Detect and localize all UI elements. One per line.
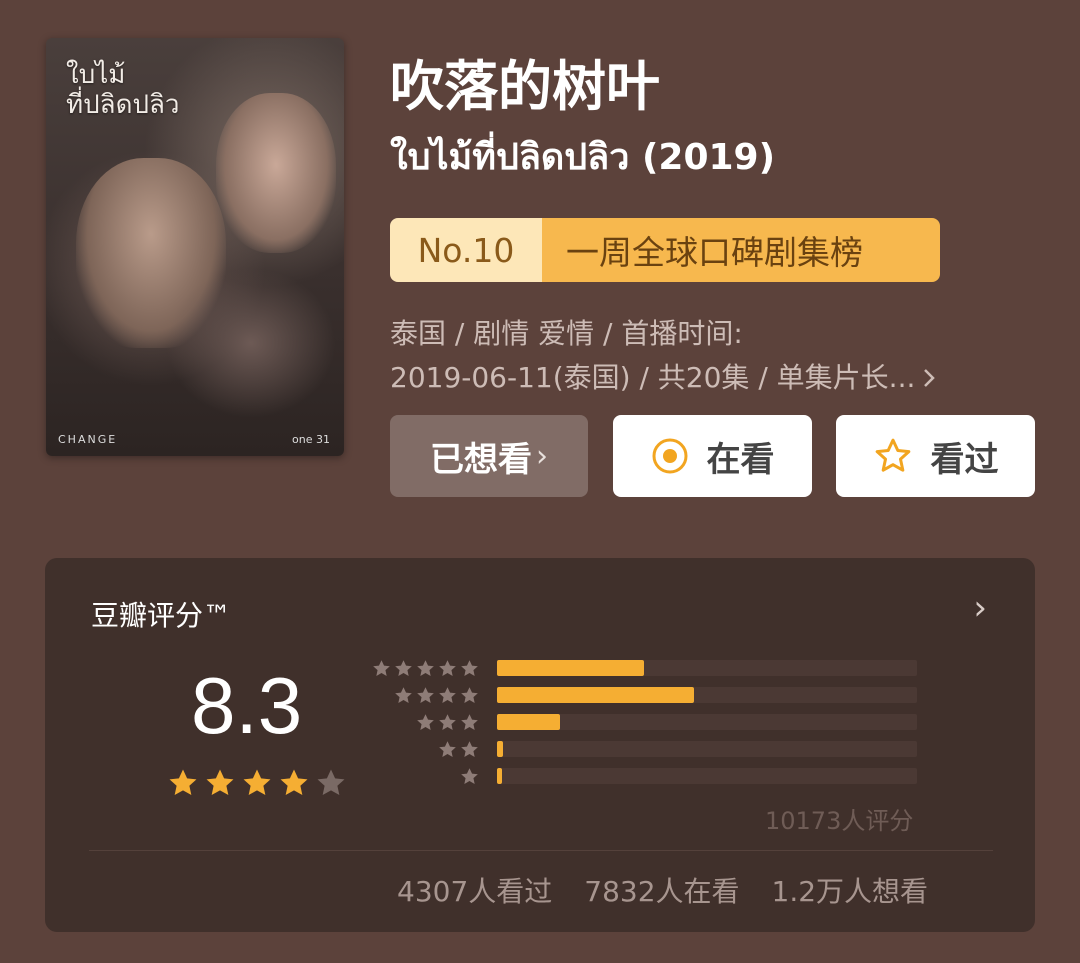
star-filled-icon	[169, 769, 197, 796]
chevron-right-icon	[924, 369, 936, 387]
star-small-icon	[395, 659, 412, 676]
rating-bar-track	[497, 687, 917, 703]
rating-label: 豆瓣评分™	[91, 599, 232, 632]
star-small-icon	[439, 740, 456, 757]
poster-title-art: ใบไม้ ที่ปลิดปลิว	[66, 60, 180, 120]
rating-score: 8.3	[191, 661, 303, 750]
rating-row-stars	[393, 681, 480, 709]
rating-bar-fill	[497, 741, 503, 757]
watching-button[interactable]: 在看	[613, 415, 812, 497]
poster-supporting-cast	[166, 268, 336, 418]
watched-button[interactable]: 看过	[836, 415, 1035, 497]
rank-number: No.10	[390, 218, 542, 282]
star-small-icon	[439, 659, 456, 676]
stat-watched[interactable]: 4307人看过	[397, 870, 552, 910]
divider	[89, 850, 993, 851]
star-small-icon	[461, 767, 478, 784]
watched-label: 看过	[930, 439, 999, 480]
star-outline-icon	[875, 438, 910, 472]
rating-row-stars	[459, 762, 480, 790]
rating-count: 10173人评分	[765, 807, 914, 835]
poster-lead-actress	[216, 93, 336, 253]
poster-image[interactable]: ใบไม้ ที่ปลิดปลิว CHANGE one 31	[46, 38, 344, 456]
target-icon	[652, 438, 687, 474]
star-small-icon	[461, 713, 478, 730]
star-empty-icon	[317, 769, 345, 796]
star-small-icon	[439, 713, 456, 730]
ranking-badge[interactable]: No.10 一周全球口碑剧集榜	[390, 218, 940, 282]
rating-card[interactable]: 豆瓣评分™ › 8.3 10173人评分 4307人看过 7832人在看 1.2…	[45, 558, 1035, 932]
star-small-icon	[417, 713, 434, 730]
rating-bar-fill	[497, 687, 694, 703]
star-small-icon	[373, 659, 390, 676]
meta-line-1: 泰国 / 剧情 爱情 / 首播时间:	[390, 317, 743, 350]
star-small-icon	[461, 659, 478, 676]
rating-row-stars	[371, 654, 480, 682]
stat-watching[interactable]: 7832人在看	[584, 870, 739, 910]
rating-row-2-star	[375, 735, 925, 763]
star-small-icon	[461, 740, 478, 757]
meta-line-2-row: 2019-06-11(泰国) / 共20集 / 单集片长...	[390, 356, 937, 400]
poster-channel-logo: one 31	[292, 433, 330, 446]
rating-bar-track	[497, 660, 917, 676]
rating-row-1-star	[375, 762, 925, 790]
watching-label: 在看	[706, 439, 775, 480]
star-filled-icon	[280, 769, 308, 796]
rating-bar-track	[497, 768, 917, 784]
rating-row-stars	[437, 735, 480, 763]
rank-list-name: 一周全球口碑剧集榜	[542, 218, 940, 282]
star-small-icon	[461, 686, 478, 703]
original-title: ใบไม้ที่ปลิดปลิว (2019)	[390, 137, 776, 178]
audience-stats: 4307人看过 7832人在看 1.2万人想看	[397, 870, 928, 910]
star-filled-icon	[243, 769, 271, 796]
wished-button[interactable]: 已想看 ›	[390, 415, 588, 497]
chevron-right-icon: ›	[536, 438, 548, 474]
star-small-icon	[439, 686, 456, 703]
rating-bar-fill	[497, 768, 502, 784]
star-small-icon	[395, 686, 412, 703]
rating-row-4-star	[375, 681, 925, 709]
wished-label: 已想看	[430, 439, 532, 480]
rating-row-stars	[415, 708, 480, 736]
rating-bar-track	[497, 741, 917, 757]
rating-bar-fill	[497, 660, 644, 676]
rating-bar-fill	[497, 714, 560, 730]
meta-info[interactable]: 泰国 / 剧情 爱情 / 首播时间: 2019-06-11(泰国) / 共20集…	[390, 312, 937, 400]
chevron-right-icon[interactable]: ›	[973, 588, 987, 628]
poster-brand: CHANGE	[58, 433, 118, 446]
page-title: 吹落的树叶	[390, 55, 660, 118]
meta-line-2: 2019-06-11(泰国) / 共20集 / 单集片长...	[390, 361, 916, 394]
rating-bar-track	[497, 714, 917, 730]
stat-wished[interactable]: 1.2万人想看	[772, 870, 929, 910]
star-filled-icon	[206, 769, 234, 796]
star-small-icon	[417, 686, 434, 703]
score-stars	[166, 766, 348, 800]
rating-row-5-star	[373, 654, 925, 682]
star-small-icon	[417, 659, 434, 676]
rating-row-3-star	[375, 708, 925, 736]
